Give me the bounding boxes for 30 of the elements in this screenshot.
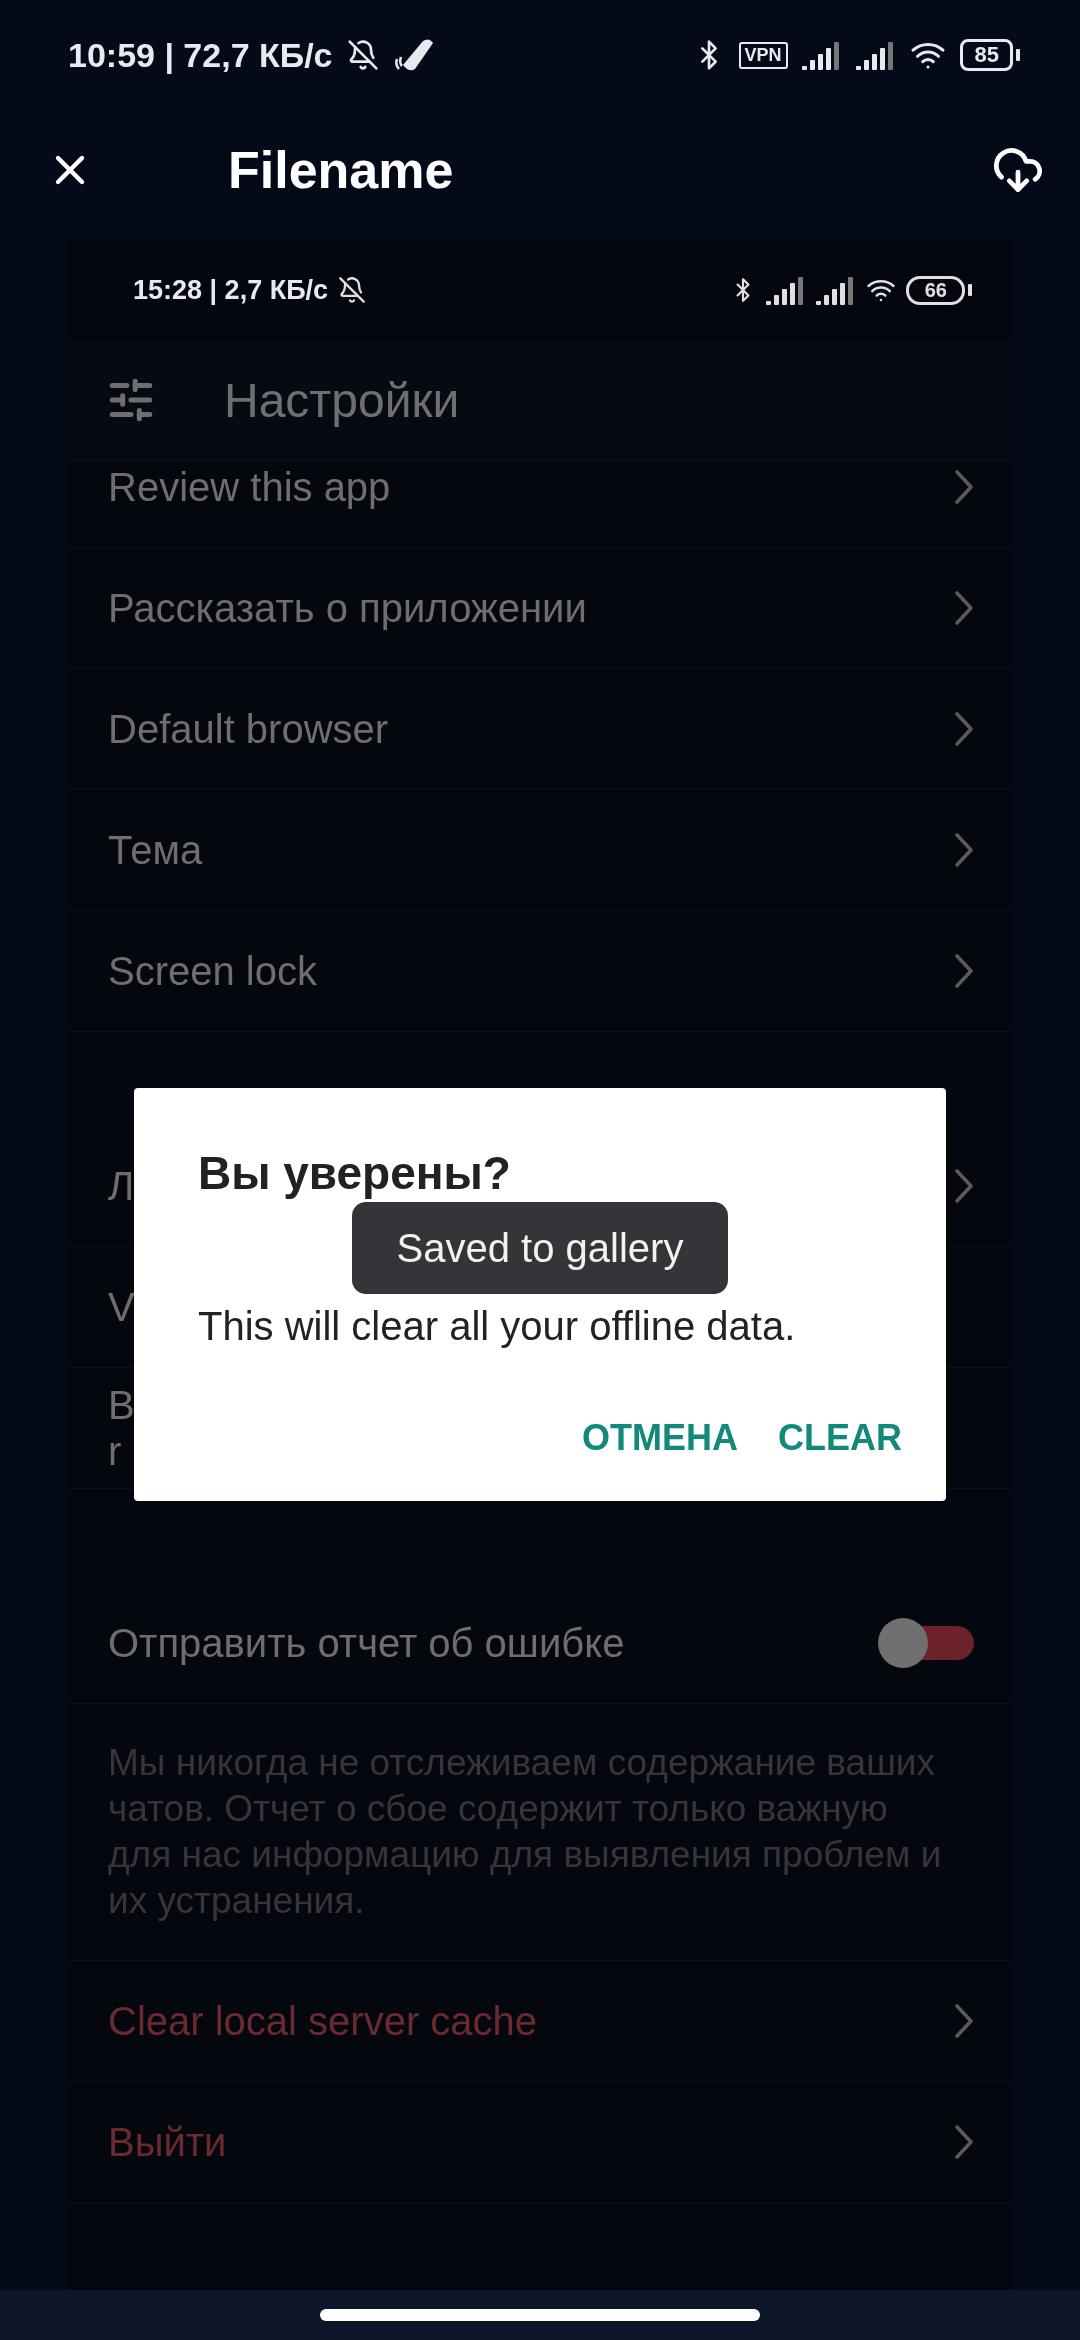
chevron-icon [954,711,974,747]
chevron-icon [954,469,974,505]
status-time: 15:28 | 2,7 КБ/с [133,274,329,306]
screen-title: Настройки [224,372,460,428]
toast-message: Saved to gallery [352,1202,728,1294]
status-time: 10:59 | 72,7 КБ/с [68,35,333,75]
chevron-icon [954,832,974,868]
dialog-button[interactable]: CLEAR [778,1411,902,1465]
bell-off-icon [346,39,379,71]
bell-off-icon [338,276,367,304]
chevron-icon [954,1168,974,1204]
dialog-message: This will clear all your offline data. [198,1304,797,1349]
window-title: Filename [228,140,455,200]
chevron-icon [954,590,974,626]
chevron-icon [954,2124,974,2160]
chevron-icon [954,2003,974,2039]
settings-item-label: V [108,1284,135,1330]
dialog-button[interactable]: ОТМЕНА [582,1411,738,1465]
signal-icon [801,40,842,70]
signal-icon [855,40,896,70]
toggle-switch[interactable] [878,1618,974,1668]
dialog-title: Вы уверены? [198,1146,512,1200]
battery-indicator: 66 [905,275,972,305]
settings-item-label: Отправить отчет об ошибке [108,1620,626,1666]
signal-icon [765,275,806,305]
chevron-icon [954,953,974,989]
settings-item-label: В r [108,1382,135,1474]
vpn-badge: VPN [738,41,788,69]
battery-indicator: 85 [959,39,1020,71]
signal-icon [815,275,856,305]
